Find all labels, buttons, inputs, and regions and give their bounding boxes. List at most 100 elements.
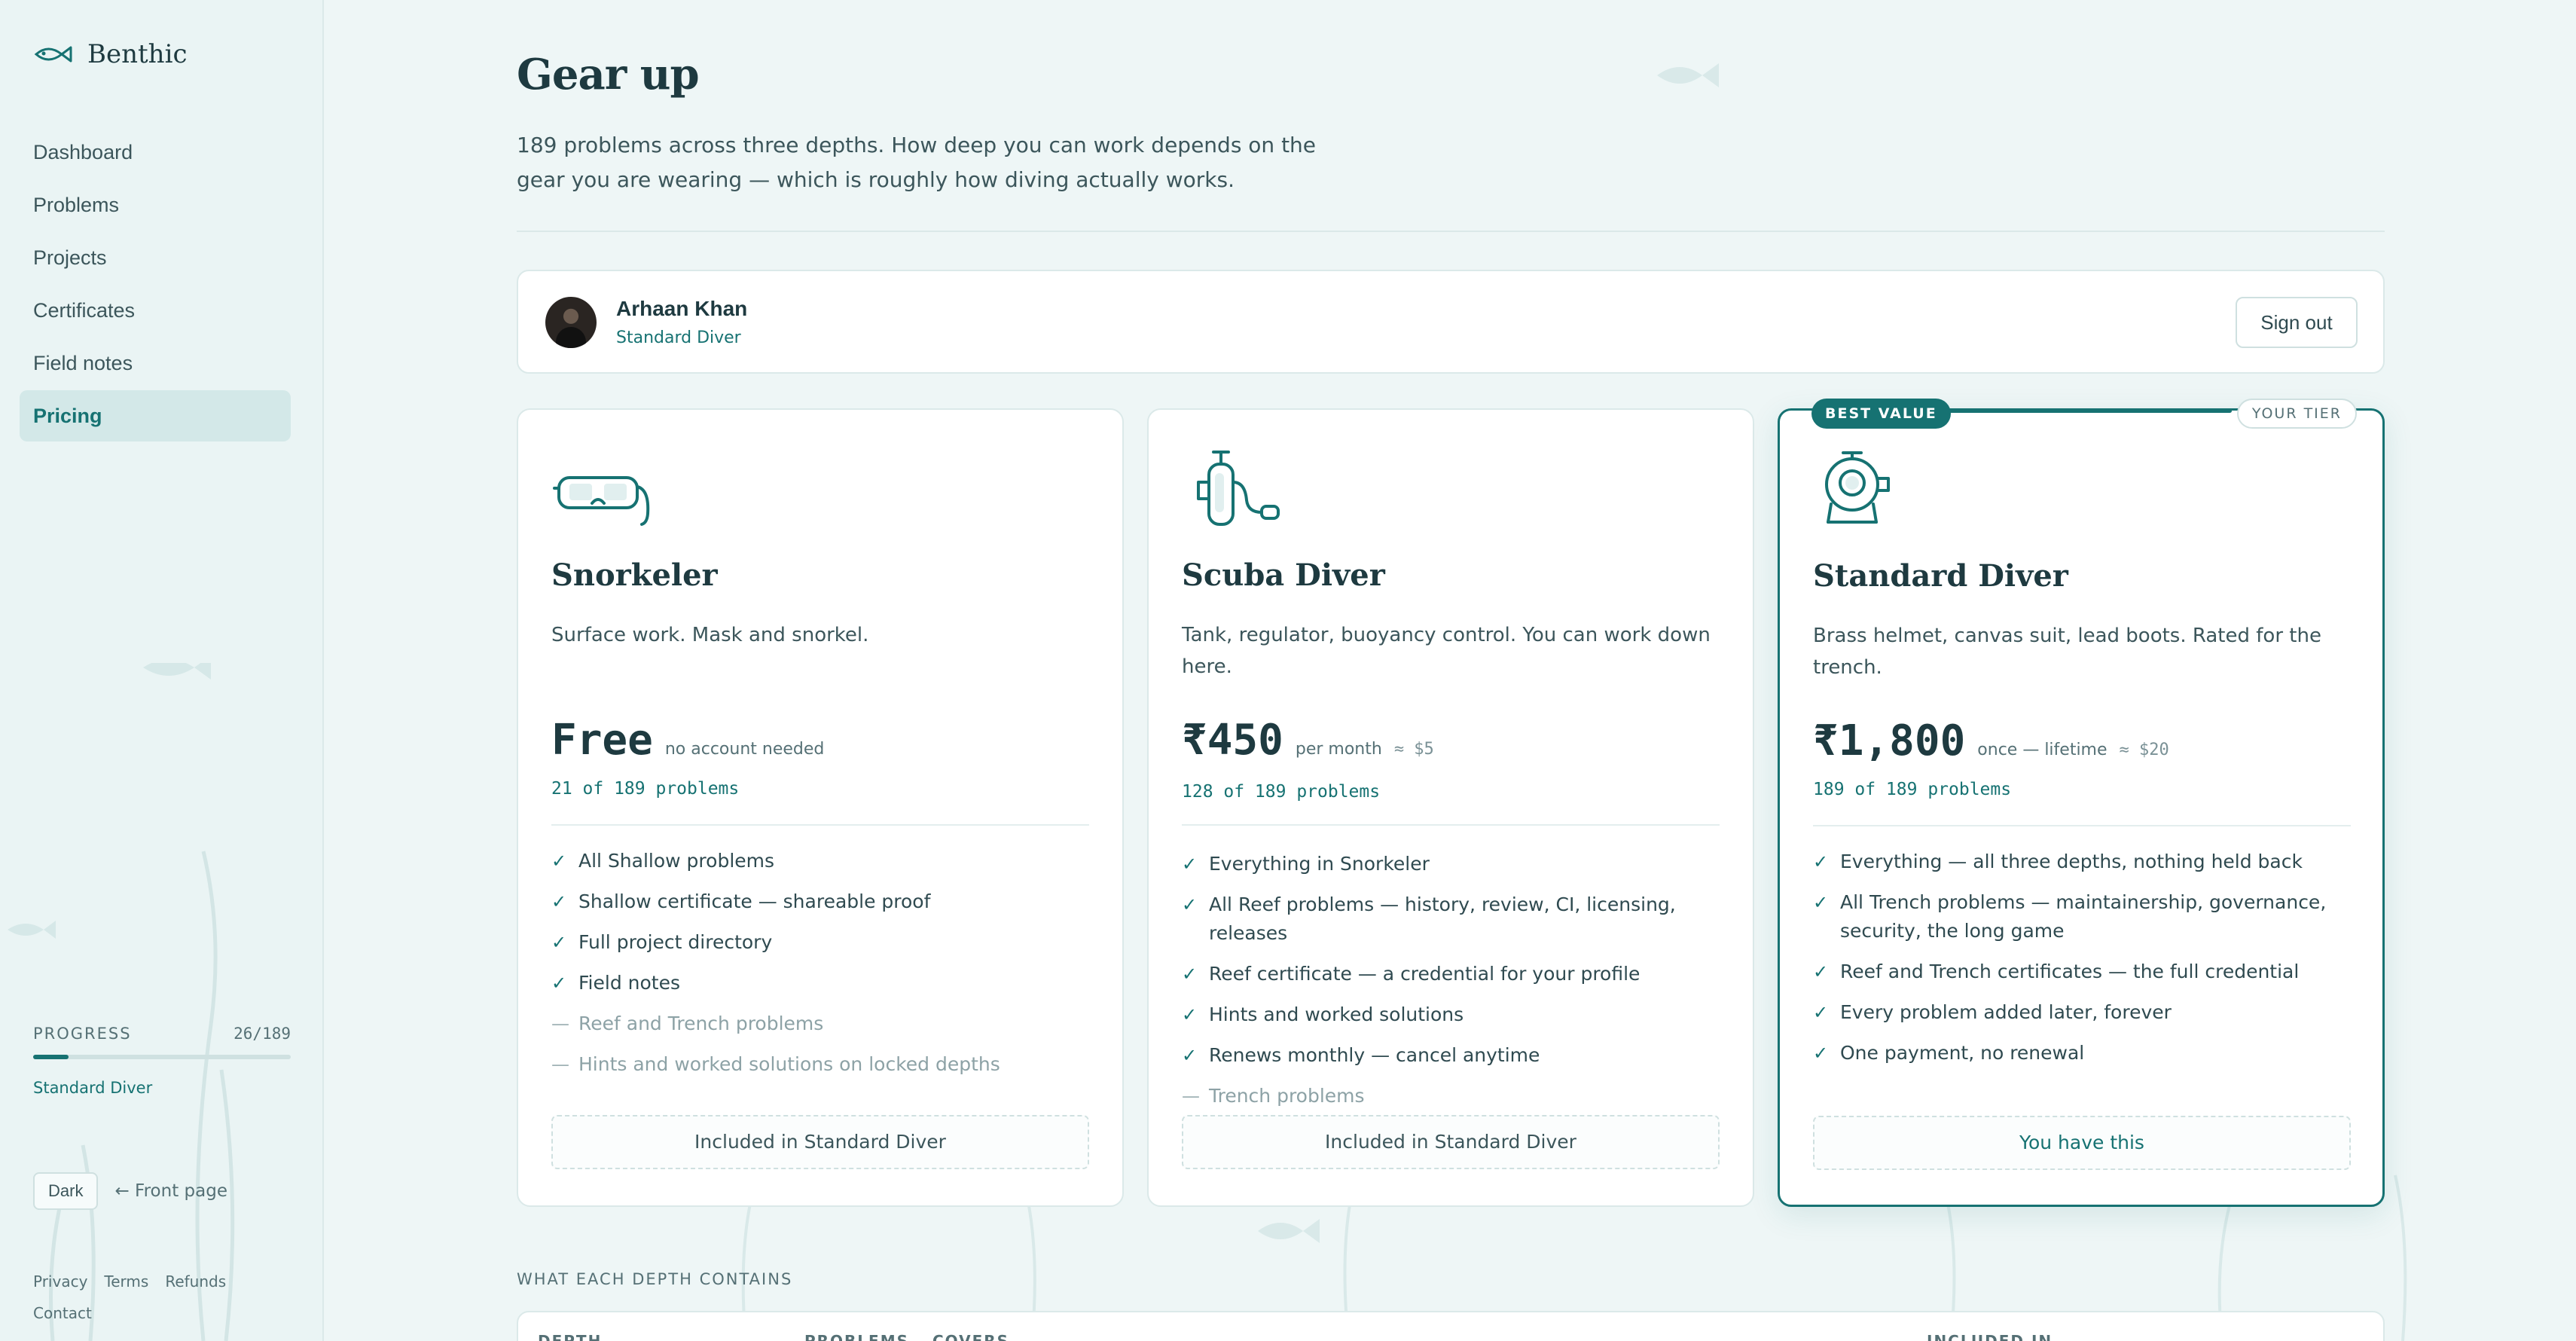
check-icon: ✓ (1813, 851, 1829, 872)
plan-card-snorkeler: Snorkeler Surface work. Mask and snorkel… (517, 408, 1124, 1207)
feature-item: ✓ All Trench problems — maintainership, g… (1813, 888, 2363, 945)
page-intro: 189 problems across three depths. How de… (517, 133, 1317, 192)
table-header-problems: PROBLEMS (804, 1332, 910, 1341)
sidebar-item-certificates[interactable]: Certificates (20, 285, 291, 336)
progress-block: PROGRESS 26/189 Standard Diver (33, 1025, 291, 1097)
feature-item: ✓ Full project directory (551, 928, 1101, 957)
plan-description: Tank, regulator, buoyancy control. You c… (1182, 624, 1711, 678)
feature-item: ✓ One payment, no renewal (1813, 1039, 2363, 1068)
plan-name: Snorkeler (551, 557, 718, 593)
card-divider (551, 824, 1089, 826)
check-icon: ✓ (1813, 1043, 1829, 1064)
plan-card-standard-diver: BEST VALUE YOUR TIER Standard Diver Bras… (1778, 399, 2385, 1207)
feature-item: ✓ Shallow certificate — shareable proof (551, 887, 1101, 916)
sidebar-item-field-notes[interactable]: Field notes (20, 338, 291, 389)
feature-item-excluded: — Reef and Trench problems (551, 1010, 1101, 1038)
feature-item-excluded: — Hints and worked solutions on locked de… (551, 1050, 1101, 1079)
sidebar-actions: Dark ← Front page (33, 1172, 227, 1210)
plan-description: Brass helmet, canvas suit, lead boots. R… (1813, 625, 2321, 679)
fish-logo-icon (34, 46, 72, 63)
plan-price-usd: ≈ $5 (1393, 740, 1434, 759)
feature-item: ✓ Field notes (551, 969, 1101, 997)
feature-item: ✓ Every problem added later, forever (1813, 998, 2363, 1027)
snorkel-mask-icon (553, 476, 650, 526)
progress-count: 26/189 (233, 1025, 291, 1043)
feature-item: ✓ All Shallow problems (551, 847, 1101, 875)
plan-description: Surface work. Mask and snorkel. (551, 624, 869, 646)
your-tier-badge: YOUR TIER (2236, 399, 2357, 429)
sidebar-nav: Dashboard Problems Projects Certificates… (20, 127, 291, 443)
plan-problem-count: 128 of 189 problems (1182, 782, 1381, 802)
plan-cta-button[interactable]: You have this (1813, 1116, 2351, 1170)
contact-link[interactable]: Contact (33, 1304, 92, 1322)
sidebar-item-dashboard[interactable]: Dashboard (20, 127, 291, 178)
feature-item: ✓ Everything — all three depths, nothing … (1813, 848, 2363, 876)
progress-bar-fill (33, 1055, 69, 1059)
table-header-covers: COVERS (932, 1332, 1010, 1341)
dash-icon: — (1182, 1086, 1200, 1107)
plan-price: Free (551, 716, 653, 765)
plan-name: Standard Diver (1813, 558, 2068, 594)
feature-item: ✓ Everything in Snorkeler (1182, 850, 1732, 878)
sidebar-item-projects[interactable]: Projects (20, 232, 291, 283)
plan-period: per month (1295, 740, 1382, 759)
plan-features: ✓ Everything — all three depths, nothing … (1813, 848, 2363, 1080)
table-header-included-in: INCLUDED IN (1927, 1332, 2053, 1341)
progress-label: PROGRESS (33, 1025, 132, 1043)
user-card: Arhaan Khan Standard Diver Sign out (517, 270, 2385, 374)
plan-price: ₹1,800 (1813, 716, 1966, 765)
app-logo[interactable]: Benthic (33, 39, 187, 69)
check-icon: ✓ (1813, 1002, 1829, 1023)
main-content: Gear up 189 problems across three depths… (517, 0, 2385, 1341)
terms-link[interactable]: Terms (104, 1272, 148, 1291)
plan-cta-button[interactable]: Included in Standard Diver (551, 1115, 1089, 1169)
feature-item-excluded: — Trench problems (1182, 1082, 1732, 1110)
footer-links: Privacy Terms Refunds Contact (33, 1266, 289, 1329)
sidebar-item-problems[interactable]: Problems (20, 179, 291, 231)
check-icon: ✓ (1182, 964, 1198, 985)
plan-period: no account needed (664, 740, 825, 759)
dash-icon: — (551, 1054, 569, 1075)
plan-name: Scuba Diver (1182, 557, 1385, 593)
check-icon: ✓ (1182, 1004, 1198, 1025)
depths-table: DEPTH PROBLEMS COVERS INCLUDED IN (517, 1311, 2385, 1341)
refunds-link[interactable]: Refunds (165, 1272, 226, 1291)
feature-item: ✓ All Reef problems — history, review, CI… (1182, 890, 1732, 948)
plan-cta-button[interactable]: Included in Standard Diver (1182, 1115, 1720, 1169)
plan-period: once — lifetime (1977, 741, 2107, 759)
section-label: WHAT EACH DEPTH CONTAINS (517, 1270, 793, 1288)
sign-out-button[interactable]: Sign out (2236, 297, 2358, 348)
check-icon: ✓ (1182, 894, 1198, 915)
user-tier: Standard Diver (616, 328, 741, 347)
plan-card-scuba-diver: Scuba Diver Tank, regulator, buoyancy co… (1147, 408, 1754, 1207)
page-title: Gear up (517, 50, 700, 99)
sidebar: Benthic Dashboard Problems Projects Cert… (0, 0, 324, 1341)
front-page-link[interactable]: ← Front page (114, 1181, 227, 1201)
plan-price-usd: ≈ $20 (2119, 741, 2169, 759)
card-divider (1813, 825, 2351, 826)
sidebar-item-pricing[interactable]: Pricing (20, 390, 291, 441)
dash-icon: — (551, 1013, 569, 1034)
feature-item: ✓ Reef certificate — a credential for you… (1182, 960, 1732, 988)
app-name: Benthic (87, 39, 188, 69)
divider (517, 231, 2385, 232)
feature-item: ✓ Reef and Trench certificates — the full… (1813, 958, 2363, 986)
scuba-tank-icon (1197, 451, 1280, 526)
check-icon: ✓ (551, 973, 567, 994)
card-accent (1915, 409, 2232, 413)
diving-helmet-icon (1825, 451, 1890, 524)
plan-features: ✓ Everything in Snorkeler ✓ All Reef probl… (1182, 850, 1732, 1123)
feature-item: ✓ Hints and worked solutions (1182, 1000, 1732, 1029)
user-name: Arhaan Khan (616, 297, 748, 320)
plan-features: ✓ All Shallow problems ✓ Shallow certifica… (551, 847, 1101, 1091)
plan-problem-count: 189 of 189 problems (1813, 780, 2012, 799)
progress-bar (33, 1055, 291, 1059)
plan-price: ₹450 (1182, 716, 1283, 765)
check-icon: ✓ (1182, 854, 1198, 875)
dark-mode-toggle[interactable]: Dark (33, 1172, 99, 1210)
check-icon: ✓ (551, 851, 567, 872)
progress-tier: Standard Diver (33, 1079, 153, 1097)
privacy-link[interactable]: Privacy (33, 1272, 87, 1291)
check-icon: ✓ (1182, 1045, 1198, 1066)
check-icon: ✓ (551, 891, 567, 912)
